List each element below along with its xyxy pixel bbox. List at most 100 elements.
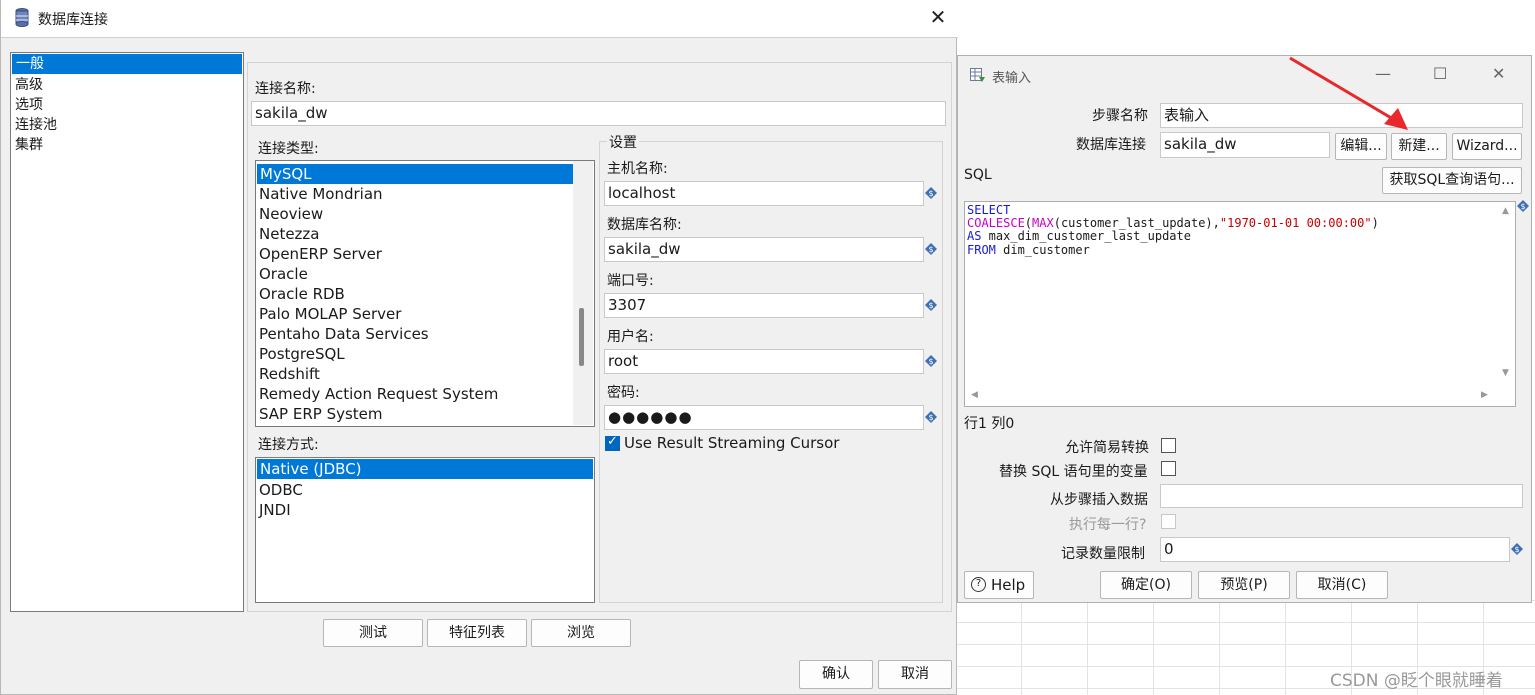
- variable-icon[interactable]: $: [925, 299, 937, 311]
- feature-list-button[interactable]: 特征列表: [427, 619, 527, 647]
- sql-token: max_dim_customer_last_update: [981, 229, 1191, 244]
- connection-type-item[interactable]: Native Mondrian: [256, 184, 594, 204]
- variable-icon[interactable]: $: [1511, 543, 1523, 555]
- connection-type-item[interactable]: Remedy Action Request System: [256, 384, 594, 404]
- replace-variables-label: 替换 SQL 语句里的变量: [999, 464, 1148, 480]
- close-icon[interactable]: ✕: [925, 4, 951, 30]
- connection-type-item[interactable]: Redshift: [256, 364, 594, 384]
- svg-text:$: $: [928, 301, 933, 310]
- scroll-left-icon[interactable]: ◀: [971, 390, 978, 400]
- streaming-cursor-checkbox[interactable]: [605, 434, 620, 451]
- scrollbar-thumb[interactable]: [579, 308, 584, 366]
- sql-vertical-scrollbar[interactable]: ▲ ▼: [1499, 204, 1515, 387]
- connection-type-item[interactable]: Neoview: [256, 204, 594, 224]
- sql-editor[interactable]: SELECT COALESCE(MAX(customer_last_update)…: [964, 201, 1516, 407]
- connection-type-item[interactable]: SAP ERP System: [256, 404, 594, 424]
- replace-variables-checkbox[interactable]: [1161, 461, 1176, 476]
- password-label: 密码:: [607, 385, 640, 401]
- svg-text:$: $: [928, 245, 933, 254]
- connection-type-item[interactable]: Palo MOLAP Server: [256, 304, 594, 324]
- connection-name-input[interactable]: sakila_dw: [251, 101, 946, 126]
- sql-keyword: FROM: [967, 242, 996, 257]
- connection-name-label: 连接名称:: [255, 81, 316, 97]
- insert-from-step-label: 从步骤插入数据: [1050, 492, 1148, 508]
- variable-icon[interactable]: $: [925, 187, 937, 199]
- category-item-general[interactable]: 一般: [12, 54, 242, 74]
- variable-icon[interactable]: $: [1517, 200, 1529, 212]
- database-icon: [15, 8, 29, 27]
- ok-button[interactable]: 确认: [799, 660, 873, 689]
- insert-from-step-select[interactable]: [1160, 484, 1523, 508]
- test-button[interactable]: 测试: [323, 619, 423, 647]
- svg-text:$: $: [928, 413, 933, 422]
- host-input[interactable]: localhost: [604, 181, 924, 206]
- password-input[interactable]: ●●●●●●: [604, 405, 924, 430]
- help-button-label: Help: [991, 576, 1026, 594]
- category-list[interactable]: 一般 高级 选项 连接池 集群: [10, 52, 244, 612]
- explore-button[interactable]: 浏览: [531, 619, 631, 647]
- cursor-position: 行1 列0: [964, 416, 1015, 432]
- access-type-item[interactable]: Native (JDBC): [257, 459, 593, 479]
- host-label: 主机名称:: [607, 161, 668, 177]
- category-item-clustering[interactable]: 集群: [11, 135, 243, 155]
- svg-text:$: $: [928, 189, 933, 198]
- port-input[interactable]: 3307: [604, 293, 924, 318]
- sql-string: "1970-01-01 00:00:00": [1219, 216, 1372, 231]
- type-list-scrollbar[interactable]: [573, 161, 593, 425]
- cancel-button[interactable]: 取消(C): [1296, 571, 1388, 599]
- scroll-up-icon[interactable]: ▲: [1502, 206, 1509, 216]
- sql-keyword: AS: [967, 229, 982, 244]
- category-item-pooling[interactable]: 连接池: [11, 115, 243, 135]
- access-type-list[interactable]: Native (JDBC) ODBC JNDI: [255, 457, 595, 603]
- connection-type-item[interactable]: Oracle RDB: [256, 284, 594, 304]
- dialog-titlebar: 表输入 — ☐ ✕: [958, 56, 1531, 94]
- variable-icon[interactable]: $: [925, 243, 937, 255]
- variable-icon[interactable]: $: [925, 411, 937, 423]
- close-icon[interactable]: ✕: [1492, 64, 1505, 83]
- sql-horizontal-scrollbar[interactable]: ◀ ▶: [967, 387, 1499, 405]
- connection-type-item[interactable]: Netezza: [256, 224, 594, 244]
- access-type-item[interactable]: JNDI: [256, 500, 594, 520]
- connection-type-item[interactable]: PostgreSQL: [256, 344, 594, 364]
- limit-label: 记录数量限制: [1061, 546, 1145, 562]
- table-input-icon: [970, 68, 985, 82]
- db-connection-label: 数据库连接: [1076, 137, 1146, 153]
- category-item-options[interactable]: 选项: [11, 95, 243, 115]
- cancel-button[interactable]: 取消: [878, 660, 952, 689]
- scroll-down-icon[interactable]: ▼: [1502, 368, 1509, 378]
- access-type-item[interactable]: ODBC: [256, 480, 594, 500]
- connection-type-item[interactable]: Pentaho Data Services: [256, 324, 594, 344]
- lazy-conversion-checkbox[interactable]: [1161, 438, 1176, 453]
- get-sql-button[interactable]: 获取SQL查询语句...: [1382, 167, 1522, 194]
- database-name-label: 数据库名称:: [607, 217, 682, 233]
- dialog-titlebar: 数据库连接 ✕: [1, 0, 958, 38]
- maximize-icon[interactable]: ☐: [1433, 64, 1447, 83]
- category-item-advanced[interactable]: 高级: [11, 75, 243, 95]
- execute-each-row-checkbox[interactable]: [1161, 514, 1176, 529]
- sql-token: (: [1024, 216, 1033, 231]
- sql-function: COALESCE: [967, 216, 1025, 231]
- connection-type-list[interactable]: MySQL Native Mondrian Neoview Netezza Op…: [255, 160, 595, 427]
- database-name-input[interactable]: sakila_dw: [604, 237, 924, 262]
- sql-function: MAX: [1032, 216, 1054, 231]
- ok-button[interactable]: 确定(O): [1100, 571, 1192, 599]
- connection-type-item[interactable]: OpenERP Server: [256, 244, 594, 264]
- connection-type-item[interactable]: Oracle: [256, 264, 594, 284]
- red-arrow-annotation: [1289, 56, 1408, 130]
- svg-text:$: $: [928, 357, 933, 366]
- username-input[interactable]: root: [604, 349, 924, 374]
- wizard-button[interactable]: Wizard...: [1452, 133, 1522, 160]
- sql-token: ): [1371, 216, 1379, 231]
- limit-input[interactable]: 0: [1160, 537, 1510, 562]
- scroll-right-icon[interactable]: ▶: [1481, 390, 1488, 400]
- settings-legend: 设置: [607, 132, 639, 152]
- sql-code[interactable]: SELECT COALESCE(MAX(customer_last_update)…: [967, 203, 1379, 257]
- connection-type-item[interactable]: MySQL: [257, 164, 573, 184]
- database-connection-dialog: 数据库连接 ✕ 一般 高级 选项 连接池 集群 连接名称: sakila_dw …: [0, 0, 958, 695]
- sql-keyword: SELECT: [967, 203, 1011, 217]
- sql-line: FROM dim_customer: [967, 242, 1379, 257]
- help-button[interactable]: ? Help: [964, 571, 1034, 599]
- svg-text:$: $: [1520, 202, 1525, 211]
- variable-icon[interactable]: $: [925, 355, 937, 367]
- preview-button[interactable]: 预览(P): [1198, 571, 1290, 599]
